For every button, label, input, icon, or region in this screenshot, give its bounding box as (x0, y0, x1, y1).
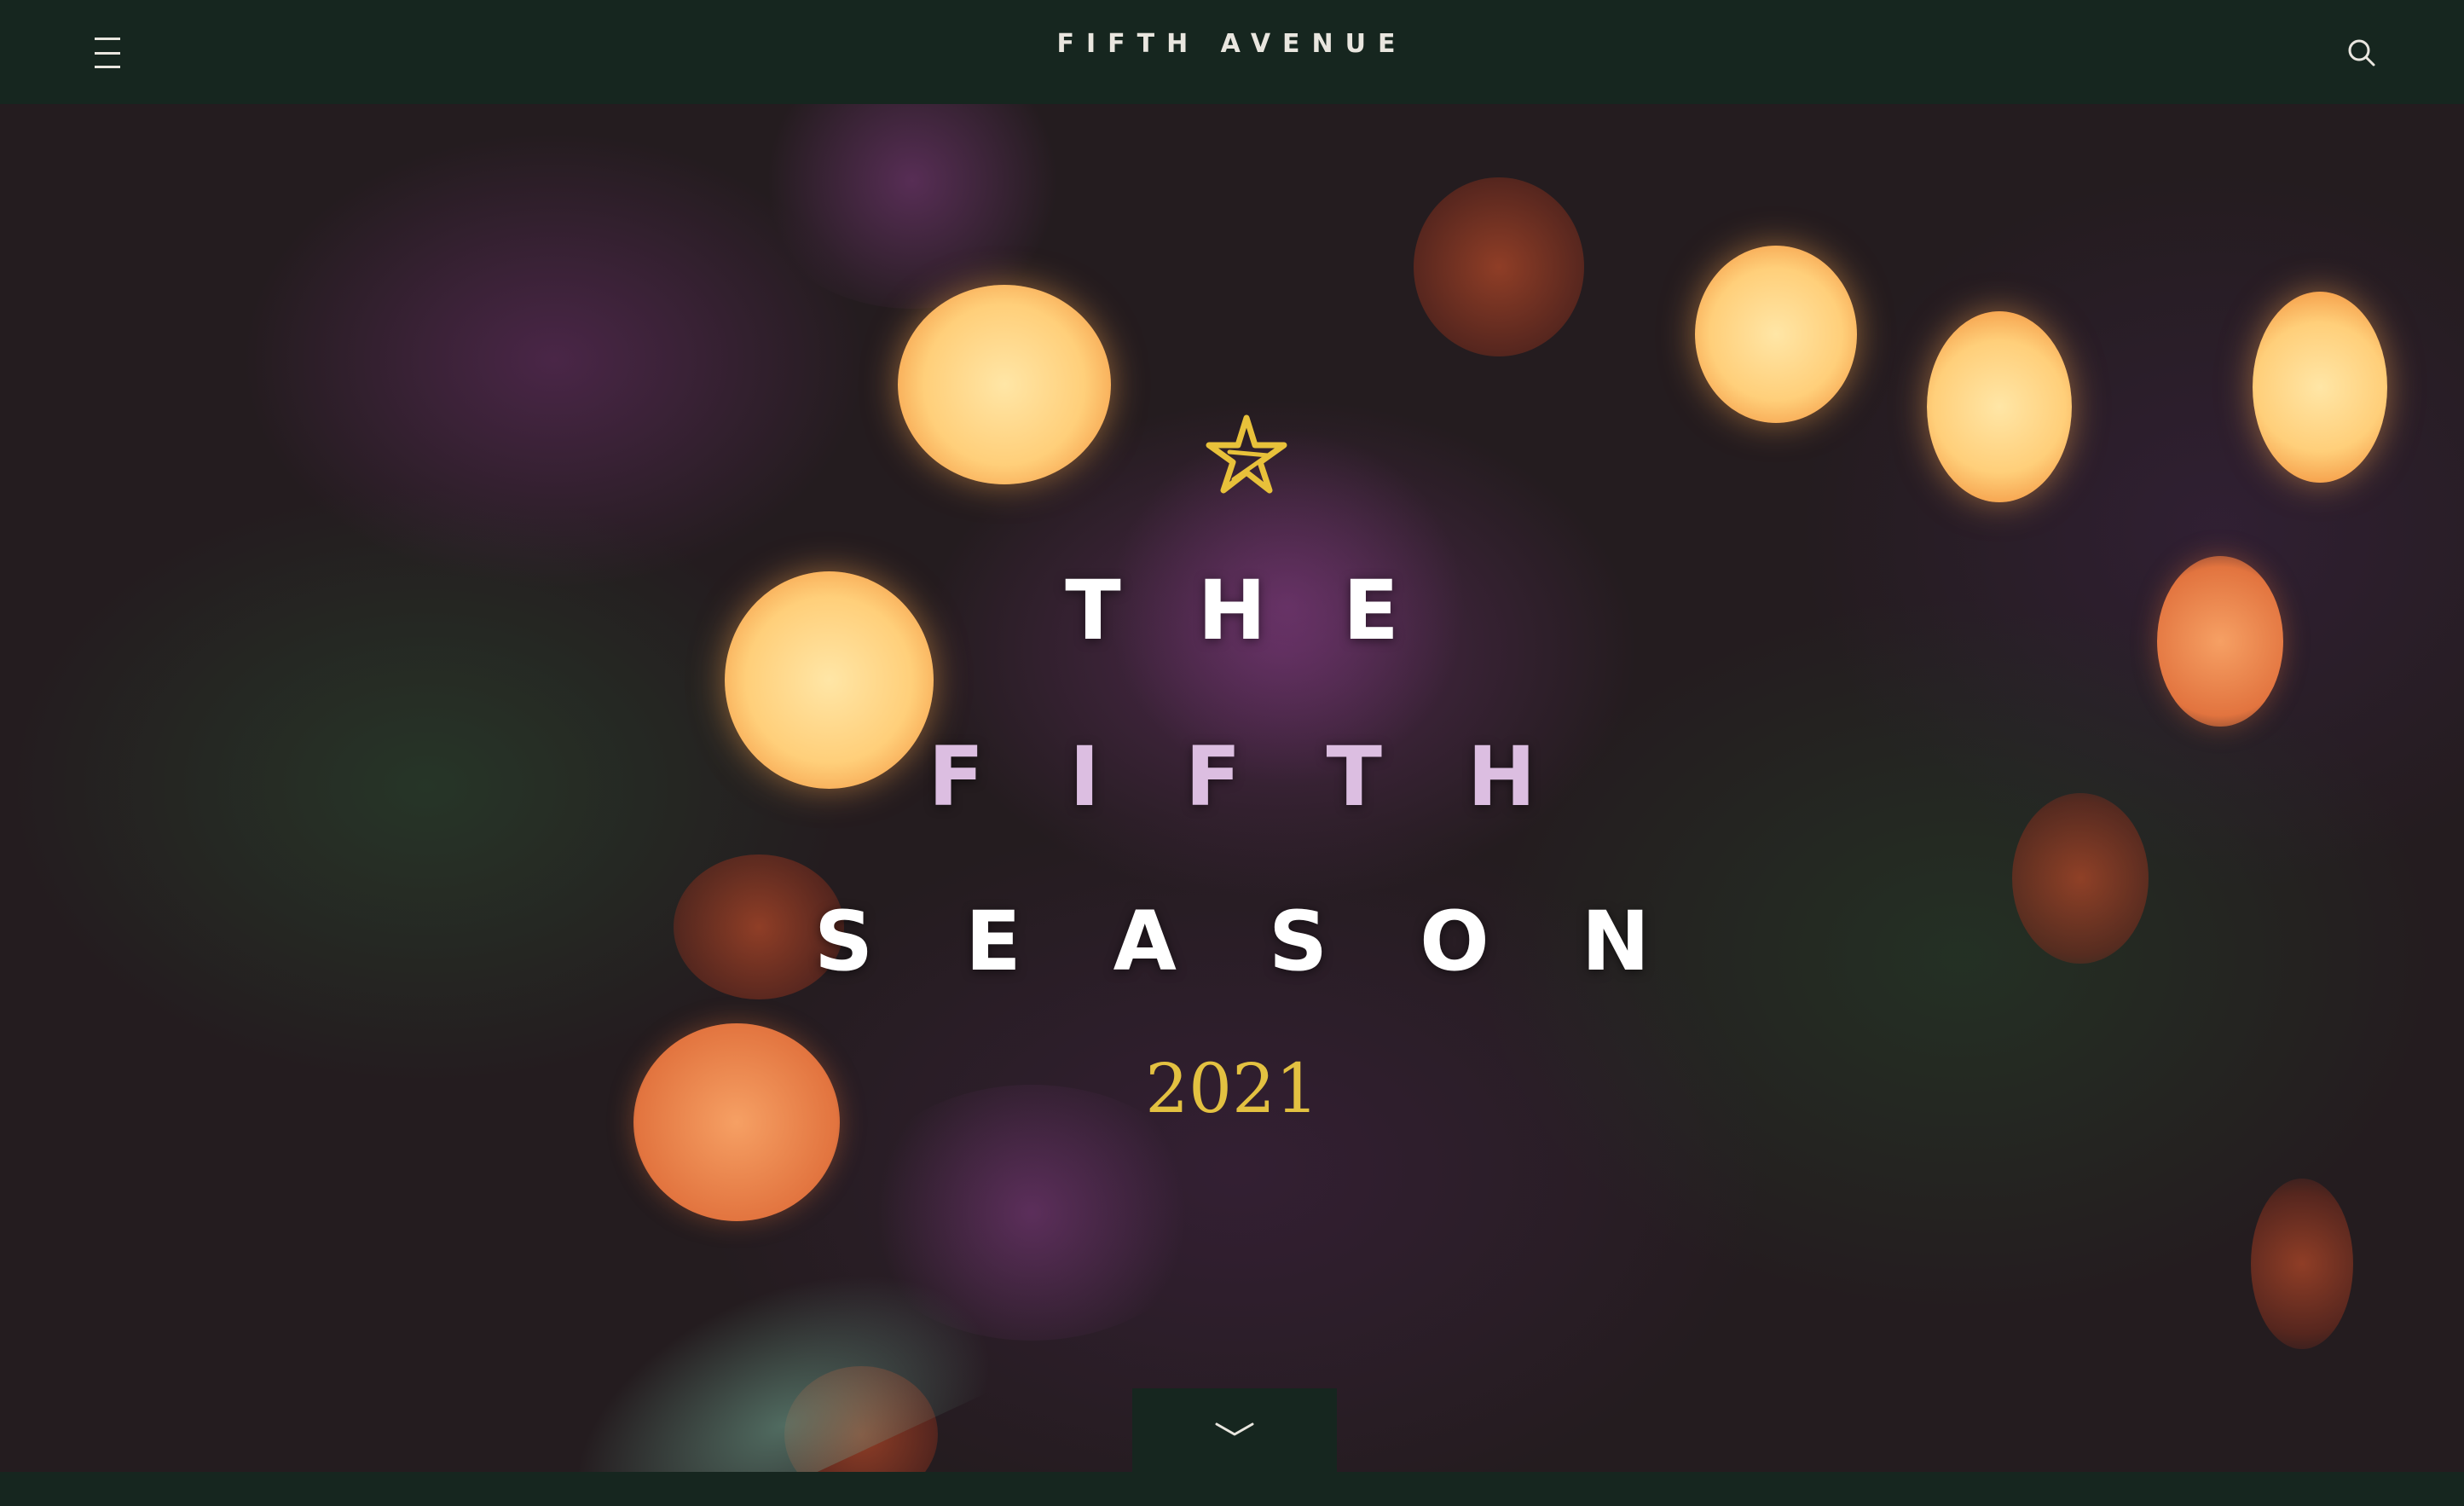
scroll-down-button[interactable] (1132, 1388, 1337, 1472)
search-icon[interactable] (2343, 34, 2380, 72)
headline-fifth: FIFTH (928, 729, 1622, 825)
bottom-bar (0, 1472, 2464, 1506)
chevron-down-icon (1215, 1422, 1254, 1436)
headline-year: 2021 (1145, 1049, 1319, 1128)
bokeh-light (2251, 1179, 2353, 1349)
top-navigation-bar: FIFTH AVENUE (0, 0, 2464, 104)
star-icon (1204, 411, 1289, 496)
bokeh-light (2253, 292, 2387, 483)
headline-season: SEASON (813, 894, 1743, 989)
brand-logo[interactable]: FIFTH AVENUE (0, 29, 2464, 59)
bokeh-light (1927, 311, 2072, 502)
bokeh-light (898, 285, 1111, 484)
bokeh-light (1695, 246, 1857, 423)
bokeh-light (750, 104, 1074, 309)
headline-the: THE (1065, 563, 1476, 658)
bokeh-light (1414, 177, 1584, 356)
